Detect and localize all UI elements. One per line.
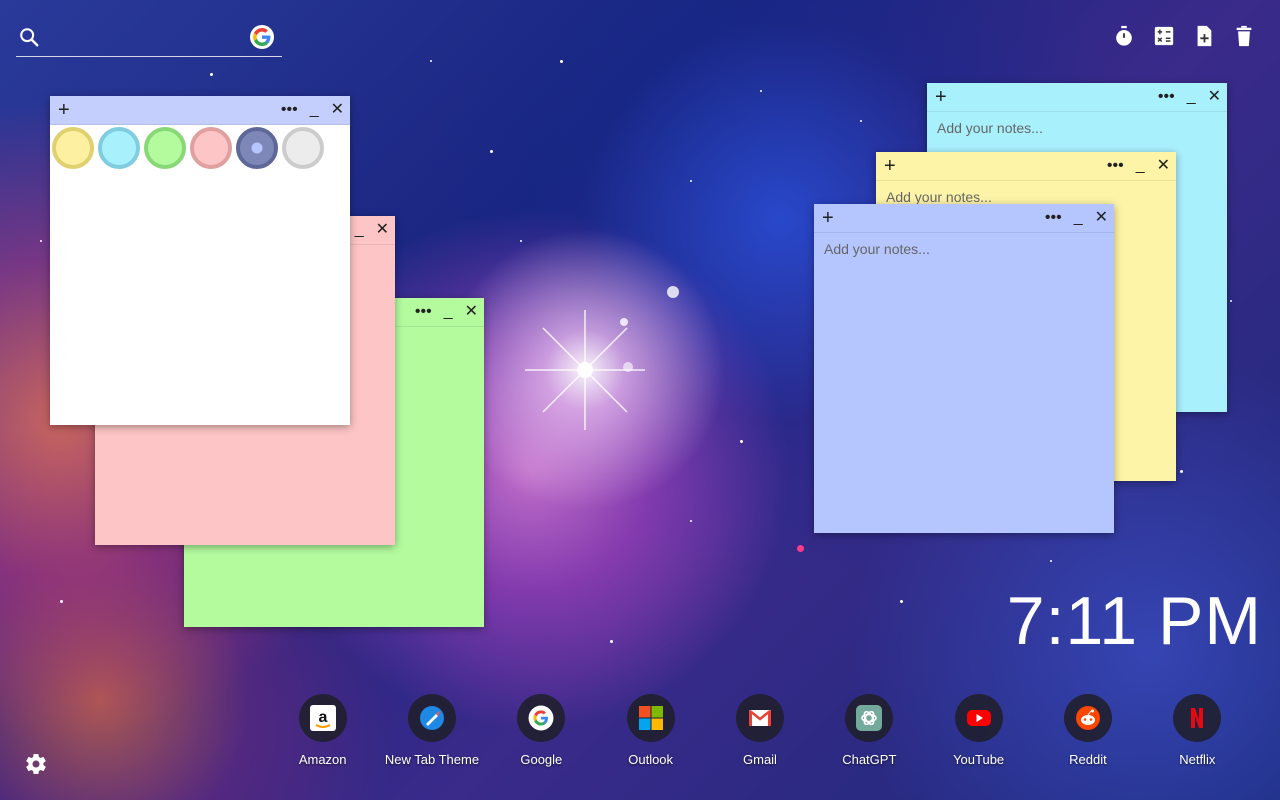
gear-icon[interactable] — [24, 752, 48, 776]
amazon-icon: a — [298, 694, 347, 742]
close-icon[interactable]: ✕ — [1157, 158, 1170, 174]
color-swatch-yellow[interactable] — [52, 127, 94, 169]
shortcut-label: New Tab Theme — [384, 752, 480, 767]
trash-icon[interactable] — [1232, 24, 1256, 48]
color-swatch-cyan[interactable] — [98, 127, 140, 169]
shortcut-dock: a Amazon New Tab Theme Google Outlook Gm… — [268, 694, 1252, 767]
minimize-icon[interactable]: _ — [444, 304, 453, 320]
toolbar — [1112, 24, 1256, 48]
svg-text:a: a — [318, 709, 327, 726]
shortcut-label: Reddit — [1069, 752, 1107, 767]
shortcut-netflix[interactable]: Netflix — [1143, 694, 1252, 767]
sticky-note-white: + ••• _ ✕ — [50, 96, 350, 425]
color-swatch-periwinkle[interactable] — [236, 127, 278, 169]
shortcut-chatgpt[interactable]: ChatGPT — [815, 694, 924, 767]
minimize-icon[interactable]: _ — [310, 102, 319, 118]
note-textarea[interactable] — [814, 233, 1114, 533]
more-icon[interactable]: ••• — [1107, 158, 1124, 174]
add-note-icon[interactable]: + — [935, 85, 947, 109]
shortcut-label: Outlook — [628, 752, 674, 767]
youtube-icon — [954, 694, 1003, 742]
sticky-note-periwinkle: + ••• _ ✕ — [814, 204, 1114, 533]
close-icon[interactable]: ✕ — [331, 102, 344, 118]
search-input[interactable] — [46, 26, 250, 52]
color-palette — [50, 125, 326, 171]
shortcut-label: ChatGPT — [842, 752, 897, 767]
shortcut-label: Google — [520, 752, 563, 767]
shortcut-gmail[interactable]: Gmail — [705, 694, 814, 767]
note-header: + ••• _ ✕ — [50, 96, 350, 125]
color-swatch-pink[interactable] — [190, 127, 232, 169]
close-icon[interactable]: ✕ — [465, 304, 478, 320]
shortcut-outlook[interactable]: Outlook — [596, 694, 705, 767]
more-icon[interactable]: ••• — [1158, 89, 1175, 105]
shortcut-label: Gmail — [743, 752, 777, 767]
shortcut-youtube[interactable]: YouTube — [924, 694, 1033, 767]
search-bar — [16, 22, 282, 57]
shortcut-new-tab-theme[interactable]: New Tab Theme — [377, 694, 486, 767]
netflix-icon — [1173, 694, 1222, 742]
note-header: + ••• _ ✕ — [927, 83, 1227, 112]
google-icon — [517, 694, 566, 742]
add-note-icon[interactable]: + — [822, 206, 834, 230]
outlook-icon — [626, 694, 675, 742]
add-note-icon[interactable]: + — [58, 98, 70, 122]
color-swatch-white[interactable] — [282, 127, 324, 169]
google-icon[interactable] — [250, 25, 274, 49]
close-icon[interactable]: ✕ — [1095, 210, 1108, 226]
shortcut-amazon[interactable]: a Amazon — [268, 694, 377, 767]
chatgpt-icon — [845, 694, 894, 742]
clock: 7:11 PM — [1006, 583, 1262, 659]
minimize-icon[interactable]: _ — [355, 222, 364, 238]
shortcut-label: YouTube — [953, 752, 1005, 767]
reddit-icon — [1063, 694, 1112, 742]
gmail-icon — [735, 694, 784, 742]
note-header: + ••• _ ✕ — [814, 204, 1114, 233]
minimize-icon[interactable]: _ — [1074, 210, 1083, 226]
search-icon[interactable] — [18, 26, 40, 48]
shortcut-google[interactable]: Google — [487, 694, 596, 767]
minimize-icon[interactable]: _ — [1187, 89, 1196, 105]
more-icon[interactable]: ••• — [415, 304, 432, 320]
calculator-icon[interactable] — [1152, 24, 1176, 48]
close-icon[interactable]: ✕ — [1208, 89, 1221, 105]
shortcut-label: Netflix — [1179, 752, 1216, 767]
shortcut-label: Amazon — [298, 752, 347, 767]
add-note-icon[interactable]: + — [884, 154, 896, 178]
color-swatch-green[interactable] — [144, 127, 186, 169]
timer-icon[interactable] — [1112, 24, 1136, 48]
star-flare — [525, 310, 645, 430]
close-icon[interactable]: ✕ — [376, 222, 389, 238]
shortcut-reddit[interactable]: Reddit — [1033, 694, 1142, 767]
note-header: + ••• _ ✕ — [876, 152, 1176, 181]
minimize-icon[interactable]: _ — [1136, 158, 1145, 174]
new-tab-theme-icon — [407, 694, 456, 742]
more-icon[interactable]: ••• — [1045, 210, 1062, 226]
more-icon[interactable]: ••• — [281, 102, 298, 118]
new-note-icon[interactable] — [1192, 24, 1216, 48]
